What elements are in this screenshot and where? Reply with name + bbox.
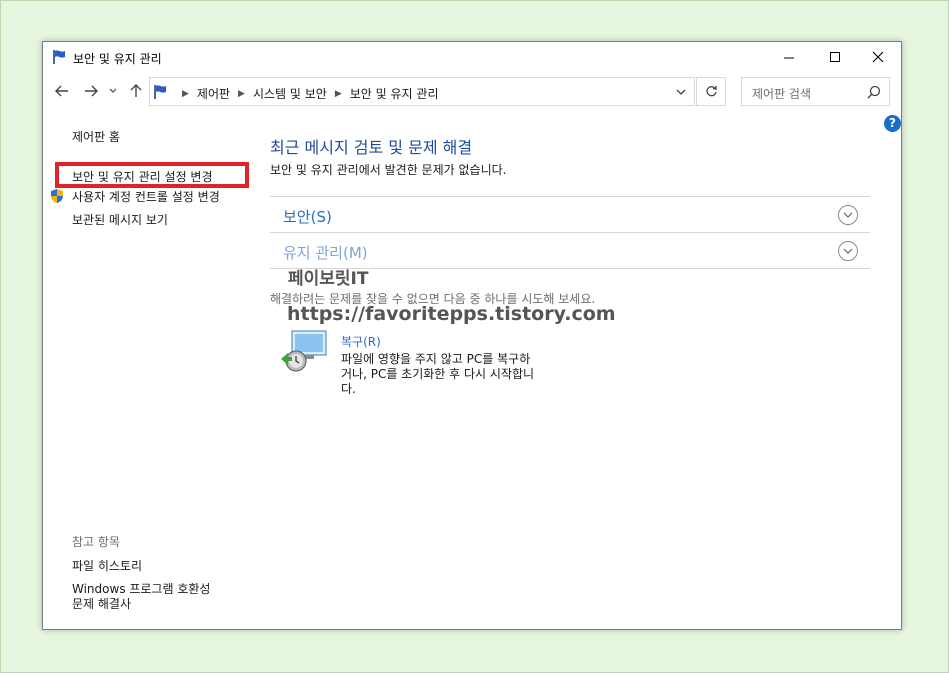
close-icon — [872, 51, 884, 63]
chevron-down-icon — [843, 212, 853, 218]
recovery-icon — [281, 330, 327, 372]
expand-maintenance-button[interactable] — [838, 241, 858, 261]
search-input[interactable]: 제어판 검색 — [741, 77, 890, 106]
arrow-left-icon — [55, 85, 68, 97]
page-title: 최근 메시지 검토 및 문제 해결 — [270, 138, 473, 157]
chevron-down-icon — [843, 248, 853, 254]
window-title: 보안 및 유지 관리 — [73, 52, 162, 66]
maximize-icon — [829, 51, 840, 62]
breadcrumb-item-system-security[interactable]: 시스템 및 보안 — [253, 85, 327, 102]
breadcrumb: ▶ 제어판 ▶ 시스템 및 보안 ▶ 보안 및 유지 관리 — [174, 85, 439, 102]
sidebar-item-uac-settings[interactable]: 사용자 계정 컨트롤 설정 변경 — [72, 188, 220, 205]
section-header-security[interactable]: 보안(S) — [283, 206, 332, 227]
title-bar[interactable]: 보안 및 유지 관리 — [43, 42, 901, 72]
refresh-button[interactable] — [696, 77, 726, 106]
breadcrumb-item-security-maintenance[interactable]: 보안 및 유지 관리 — [350, 85, 439, 102]
chevron-down-icon — [676, 89, 686, 95]
recent-locations-button[interactable] — [107, 82, 119, 100]
address-bar[interactable]: ▶ 제어판 ▶ 시스템 및 보안 ▶ 보안 및 유지 관리 — [149, 77, 695, 106]
address-dropdown-button[interactable] — [674, 84, 688, 100]
status-message: 보안 및 유지 관리에서 발견한 문제가 없습니다. — [270, 163, 507, 177]
divider — [270, 232, 870, 233]
sidebar-item-change-settings[interactable]: 보안 및 유지 관리 설정 변경 — [55, 162, 249, 188]
flag-icon — [53, 50, 65, 64]
sidebar-item-file-history[interactable]: 파일 히스토리 — [72, 557, 142, 574]
help-icon[interactable]: ? — [884, 115, 901, 132]
search-icon[interactable] — [866, 84, 882, 100]
maximize-button[interactable] — [812, 42, 858, 72]
search-placeholder: 제어판 검색 — [752, 87, 812, 101]
sidebar-item-archived-messages[interactable]: 보관된 메시지 보기 — [72, 211, 168, 228]
up-button[interactable] — [127, 82, 145, 100]
section-header-maintenance[interactable]: 유지 관리(M) — [283, 242, 368, 263]
refresh-icon — [705, 85, 717, 97]
sidebar-item-compatibility-troubleshooter-line2[interactable]: 문제 해결사 — [72, 595, 131, 612]
minimize-button[interactable] — [766, 42, 812, 72]
expand-security-button[interactable] — [838, 205, 858, 225]
divider — [270, 196, 870, 197]
chevron-down-icon — [109, 88, 117, 93]
sidebar-item-label: 보안 및 유지 관리 설정 변경 — [72, 170, 213, 184]
arrow-up-icon — [130, 84, 142, 97]
recovery-link[interactable]: 복구(R) — [341, 333, 381, 350]
forward-button[interactable] — [82, 82, 100, 100]
sidebar-item-home[interactable]: 제어판 홈 — [72, 128, 120, 145]
minimize-icon — [783, 57, 794, 58]
breadcrumb-separator-icon: ▶ — [182, 88, 189, 99]
breadcrumb-item-control-panel[interactable]: 제어판 — [197, 85, 230, 102]
watermark-name: 페이보릿IT — [288, 269, 369, 289]
shield-icon — [51, 189, 63, 203]
recovery-description: 파일에 영향을 주지 않고 PC를 복구하거나, PC를 초기화한 후 다시 시… — [341, 352, 535, 396]
control-panel-window: 보안 및 유지 관리 ▶ 제어판 ▶ 시스템 및 보안 ▶ 보안 및 유지 관리… — [42, 41, 902, 630]
flag-icon — [154, 85, 166, 99]
close-button[interactable] — [855, 42, 901, 72]
back-button[interactable] — [53, 82, 71, 100]
arrow-right-icon — [85, 85, 98, 97]
breadcrumb-separator-icon[interactable]: ▶ — [335, 89, 342, 99]
breadcrumb-separator-icon[interactable]: ▶ — [238, 89, 245, 99]
see-also-heading: 참고 항목 — [72, 535, 120, 549]
watermark-url: https://favoritepps.tistory.com — [287, 303, 616, 325]
